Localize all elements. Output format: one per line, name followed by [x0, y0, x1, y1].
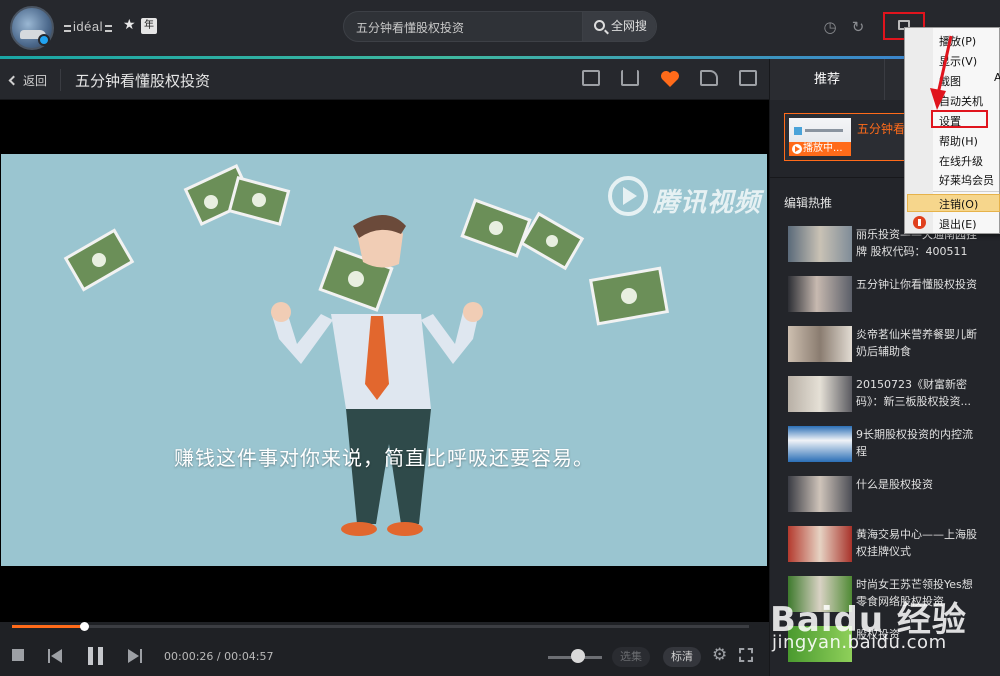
list-item-title: 什么是股权投资	[856, 478, 933, 491]
back-button[interactable]: 返回	[8, 72, 48, 89]
mini-mode-icon[interactable]	[739, 70, 757, 86]
search-all-web-button[interactable]: 全网搜	[582, 12, 656, 41]
video-watermark-logo	[608, 176, 648, 216]
list-item[interactable]: 五分钟让你看懂股权投资	[788, 274, 998, 314]
list-item-thumbnail	[788, 376, 852, 412]
history-icon[interactable]: ◷	[822, 19, 838, 35]
search-button-label: 全网搜	[611, 19, 648, 33]
fullscreen-icon[interactable]	[739, 648, 753, 662]
annotation-arrow-icon	[930, 35, 953, 110]
avatar-status-badge	[38, 34, 50, 46]
video-title: 五分钟看懂股权投资	[75, 72, 211, 90]
current-time: 00:00:26	[164, 650, 214, 663]
year-vip-badge[interactable]: 年	[141, 18, 157, 34]
stop-icon[interactable]	[12, 649, 24, 661]
refresh-icon[interactable]: ↻	[850, 19, 866, 35]
video-title-bar: 返回 五分钟看懂股权投资	[0, 59, 769, 100]
video-subtitle: 赚钱这件事对你来说，简直比呼吸还要容易。	[174, 446, 594, 470]
search-input[interactable]: 五分钟看懂股权投资	[356, 19, 464, 36]
vip-star-icon[interactable]: ★	[123, 17, 136, 33]
list-item[interactable]: 什么是股权投资	[788, 474, 998, 514]
baidu-jingyan-url: jingyan.baidu.com	[772, 632, 947, 653]
list-item-thumbnail	[788, 326, 852, 362]
brand-bars-left-icon	[64, 25, 71, 32]
time-separator: /	[213, 650, 225, 663]
list-item[interactable]: 9长期股权投资的内控流程	[788, 424, 998, 464]
list-item[interactable]: 20150723《财富新密码》：新三板股权投资...	[788, 374, 998, 414]
brand-name[interactable]: idéal	[64, 19, 112, 34]
chevron-left-icon	[8, 75, 19, 86]
progress-fill	[12, 625, 85, 628]
top-bar: idéal ★ 年 五分钟看懂股权投资 全网搜 ◷ ↻	[0, 0, 1000, 56]
list-item[interactable]: 炎帝茗仙米营养餐婴儿断奶后辅助食	[788, 324, 998, 364]
settings-gear-icon[interactable]: ⚙	[712, 646, 727, 664]
volume-handle[interactable]	[570, 649, 585, 663]
brand-label: idéal	[73, 19, 103, 34]
playback-time: 00:00:26 / 00:04:57	[164, 650, 274, 663]
video-frame: 腾讯视频 赚钱这件事对你来说，简直比呼吸还要容易。	[1, 154, 767, 566]
menu-separator	[933, 191, 999, 192]
progress-handle[interactable]	[80, 622, 90, 631]
section-title-hot: 编辑热推	[784, 196, 833, 210]
list-item-title: 9长期股权投资的内控流程	[856, 428, 973, 458]
video-viewport[interactable]: 腾讯视频 赚钱这件事对你来说，简直比呼吸还要容易。	[0, 100, 769, 622]
episode-select-button[interactable]: 选集	[612, 647, 650, 667]
list-item-thumbnail	[788, 226, 852, 262]
list-item-thumbnail	[788, 476, 852, 512]
share-icon[interactable]	[700, 70, 718, 86]
title-divider	[60, 69, 61, 91]
submenu-hint: A	[994, 71, 1000, 84]
search-bar: 五分钟看懂股权投资 全网搜	[343, 11, 657, 42]
list-item-title: 20150723《财富新密码》：新三板股权投资...	[856, 378, 971, 408]
pause-icon[interactable]	[88, 647, 104, 665]
now-playing-card[interactable]: 播放中... 五分钟看懂	[784, 113, 924, 161]
menu-item-hollywood-vip[interactable]: 好莱坞会员	[939, 172, 994, 188]
progress-bar[interactable]	[12, 622, 749, 631]
add-to-list-icon[interactable]	[582, 70, 600, 86]
total-time: 00:04:57	[224, 650, 274, 663]
tab-recommend[interactable]: 推荐	[770, 59, 884, 100]
now-playing-badge-label: 播放中...	[803, 143, 843, 154]
list-item-title: 黄海交易中心——上海股权挂牌仪式	[856, 528, 977, 558]
menu-item-logout[interactable]: 注销(O)	[939, 196, 978, 212]
list-item-title: 炎帝茗仙米营养餐婴儿断奶后辅助食	[856, 328, 977, 358]
previous-icon[interactable]	[48, 649, 63, 663]
play-circle-icon	[792, 144, 802, 154]
player-controls: 00:00:26 / 00:04:57 选集 标清 ⚙	[0, 632, 769, 676]
list-item-thumbnail	[788, 426, 852, 462]
menu-item-help[interactable]: 帮助(H)	[939, 133, 978, 149]
menu-item-exit[interactable]: 退出(E)	[939, 216, 977, 232]
favorite-heart-icon[interactable]	[660, 70, 680, 88]
quality-button[interactable]: 标清	[663, 647, 701, 667]
next-icon[interactable]	[128, 649, 143, 663]
now-playing-badge: 播放中...	[789, 142, 851, 156]
list-item-thumbnail	[788, 276, 852, 312]
power-icon	[913, 216, 926, 229]
list-item[interactable]: 黄海交易中心——上海股权挂牌仪式	[788, 524, 998, 564]
video-player-app: idéal ★ 年 五分钟看懂股权投资 全网搜 ◷ ↻ 返回 五分钟看懂股权投资	[0, 0, 1000, 676]
download-icon[interactable]	[621, 70, 639, 86]
list-item-title: 五分钟让你看懂股权投资	[856, 278, 977, 291]
list-item-thumbnail	[788, 526, 852, 562]
menu-item-update[interactable]: 在线升级	[939, 153, 983, 169]
video-watermark-text: 腾讯视频	[653, 188, 762, 218]
back-label: 返回	[23, 74, 48, 88]
brand-bars-right-icon	[104, 25, 112, 32]
search-icon	[594, 20, 605, 31]
